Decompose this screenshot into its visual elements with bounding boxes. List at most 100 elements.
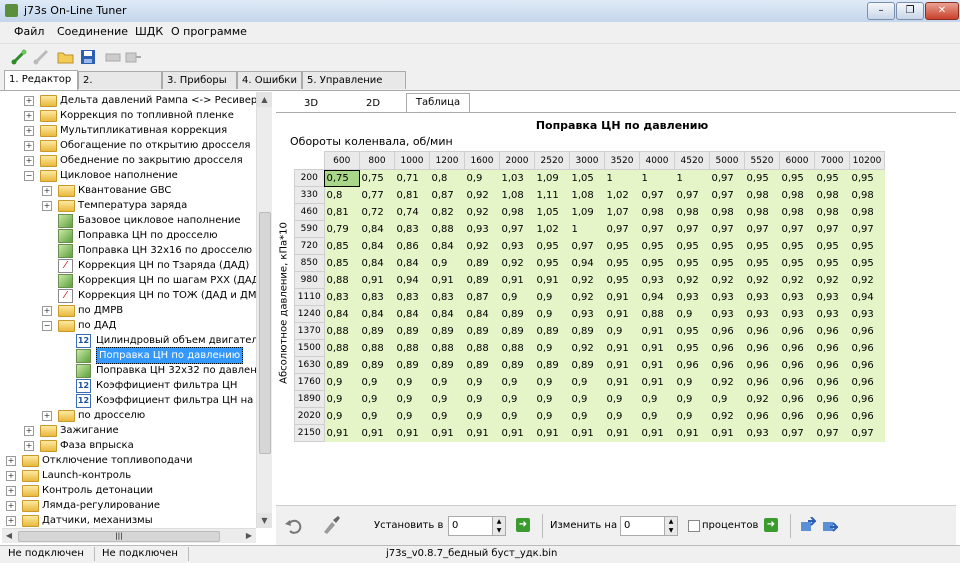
table-cell[interactable]: 0,9 (534, 407, 570, 425)
brush-icon[interactable] (320, 514, 342, 536)
table-cell[interactable]: 0,97 (814, 424, 850, 442)
table-cell[interactable]: 0,98 (674, 203, 710, 221)
table-cell[interactable]: 0,95 (849, 169, 885, 187)
table-cell[interactable]: 0,9 (359, 407, 395, 425)
change-down-icon[interactable]: ▼ (664, 526, 677, 535)
table-cell[interactable]: 0,9 (394, 373, 430, 391)
table-cell[interactable]: 0,92 (569, 339, 605, 357)
row-header[interactable]: 460 (294, 203, 325, 221)
tree-item[interactable]: + Launch-контроль (2, 468, 256, 483)
table-cell[interactable]: 0,96 (814, 407, 850, 425)
table-cell[interactable]: 0,94 (569, 254, 605, 272)
table-cell[interactable]: 0,91 (569, 424, 605, 442)
tree-item[interactable]: + Контроль детонации (2, 483, 256, 498)
table-cell[interactable]: 0,84 (429, 237, 465, 255)
read-ecu-icon[interactable] (104, 48, 122, 66)
table-cell[interactable]: 0,92 (814, 271, 850, 289)
table-cell[interactable]: 0,91 (534, 271, 570, 289)
table-cell[interactable]: 0,9 (639, 390, 675, 408)
tree-item[interactable]: Поправка ЦН по дросселю (2, 228, 256, 243)
tree-item[interactable]: Базовое цикловое наполнение (2, 213, 256, 228)
table-cell[interactable]: 1,05 (569, 169, 605, 187)
table-cell[interactable]: 1,11 (534, 186, 570, 204)
row-header[interactable]: 1370 (294, 322, 325, 340)
table-cell[interactable]: 0,96 (709, 339, 745, 357)
change-by-field[interactable]: ▲ ▼ (620, 516, 678, 536)
table-cell[interactable]: 0,98 (849, 186, 885, 204)
table-cell[interactable]: 0,95 (639, 237, 675, 255)
table-cell[interactable]: 0,91 (604, 356, 640, 374)
table-cell[interactable]: 0,98 (744, 186, 780, 204)
tree-item[interactable]: + Температура заряда (2, 198, 256, 213)
table-cell[interactable]: 0,9 (499, 407, 535, 425)
table-cell[interactable]: 0,88 (499, 339, 535, 357)
table-cell[interactable]: 0,98 (779, 186, 815, 204)
table-cell[interactable]: 0,91 (639, 424, 675, 442)
table-cell[interactable]: 0,91 (464, 424, 500, 442)
table-cell[interactable]: 0,84 (359, 254, 395, 272)
table-cell[interactable]: 0,97 (674, 220, 710, 238)
table-cell[interactable]: 0,97 (709, 169, 745, 187)
table-cell[interactable]: 0,85 (324, 237, 360, 255)
table-cell[interactable]: 0,9 (534, 339, 570, 357)
restore-icon[interactable]: ❐ (896, 2, 924, 20)
column-header[interactable]: 1200 (429, 151, 465, 170)
table-cell[interactable]: 0,75 (359, 169, 395, 187)
write-ecu-icon[interactable] (124, 48, 142, 66)
table-cell[interactable]: 0,93 (814, 305, 850, 323)
table-cell[interactable]: 0,96 (849, 339, 885, 357)
column-header[interactable]: 4520 (674, 151, 710, 170)
table-cell[interactable]: 0,95 (604, 237, 640, 255)
table-cell[interactable]: 0,82 (429, 203, 465, 221)
set-down-icon[interactable]: ▼ (492, 526, 505, 535)
table-cell[interactable]: 0,91 (709, 424, 745, 442)
table-cell[interactable]: 0,93 (744, 288, 780, 306)
tree-item[interactable]: + Датчики, механизмы (2, 513, 256, 528)
table-cell[interactable]: 0,95 (534, 254, 570, 272)
expand-icon[interactable]: + (6, 471, 16, 481)
table-cell[interactable]: 0,83 (394, 288, 430, 306)
table-cell[interactable]: 0,93 (639, 271, 675, 289)
table-cell[interactable]: 0,93 (849, 305, 885, 323)
table-cell[interactable]: 0,92 (569, 271, 605, 289)
table-cell[interactable]: 0,91 (639, 339, 675, 357)
set-to-field[interactable]: ▲ ▼ (448, 516, 506, 536)
change-up-icon[interactable]: ▲ (664, 517, 677, 526)
table-cell[interactable]: 0,91 (359, 271, 395, 289)
expand-icon[interactable]: + (42, 306, 52, 316)
table-cell[interactable]: 0,96 (744, 407, 780, 425)
table-cell[interactable]: 1,03 (499, 169, 535, 187)
table-cell[interactable]: 0,92 (849, 271, 885, 289)
table-cell[interactable]: 0,97 (849, 424, 885, 442)
table-cell[interactable]: 0,98 (744, 203, 780, 221)
table-cell[interactable]: 0,75 (324, 169, 360, 187)
scroll-left-icon[interactable]: ◀ (2, 529, 16, 543)
tree-item[interactable]: Коррекция ЦН по шагам РХХ (ДАД) (2, 273, 256, 288)
expand-icon[interactable]: + (24, 441, 34, 451)
table-cell[interactable]: 0,86 (394, 237, 430, 255)
table-cell[interactable]: 0,79 (324, 220, 360, 238)
table-cell[interactable]: 0,92 (464, 203, 500, 221)
scroll-right-icon[interactable]: ▶ (242, 529, 256, 543)
scroll-up-icon[interactable]: ▲ (257, 92, 272, 107)
table-cell[interactable]: 0,95 (674, 322, 710, 340)
table-cell[interactable]: 0,95 (674, 254, 710, 272)
table-cell[interactable]: 0,96 (814, 322, 850, 340)
column-header[interactable]: 3000 (569, 151, 605, 170)
table-cell[interactable]: 0,9 (534, 390, 570, 408)
table-cell[interactable]: 0,98 (709, 203, 745, 221)
table-cell[interactable]: 0,9 (674, 373, 710, 391)
table-cell[interactable]: 0,92 (709, 407, 745, 425)
table-cell[interactable]: 1 (674, 169, 710, 187)
table-cell[interactable]: 0,9 (709, 390, 745, 408)
table-cell[interactable]: 0,95 (814, 169, 850, 187)
table-cell[interactable]: 0,9 (604, 407, 640, 425)
tree-item[interactable]: + Мультипликативная коррекция (2, 123, 256, 138)
table-cell[interactable]: 0,95 (534, 237, 570, 255)
expand-icon[interactable]: + (24, 111, 34, 121)
table-cell[interactable]: 0,97 (639, 186, 675, 204)
table-cell[interactable]: 0,91 (604, 288, 640, 306)
expand-icon[interactable]: + (42, 186, 52, 196)
table-cell[interactable]: 1,02 (604, 186, 640, 204)
expand-icon[interactable]: + (42, 201, 52, 211)
